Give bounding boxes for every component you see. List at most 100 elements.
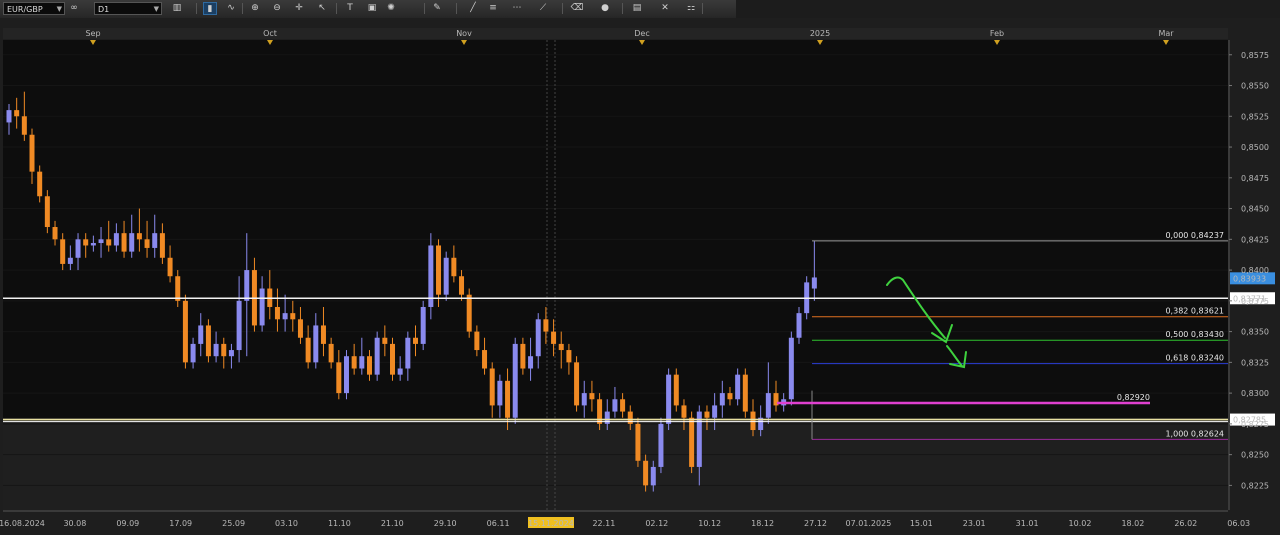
- fibo-level-label: 0,000 0,84237: [1165, 231, 1224, 240]
- candle-body: [297, 319, 303, 338]
- month-label: Nov: [456, 29, 472, 38]
- candle-body: [382, 337, 388, 344]
- candle-body: [236, 300, 242, 351]
- price-chart[interactable]: 0,837710,827850,83933 0,000 0,842370,382…: [0, 0, 1280, 535]
- candle-body: [75, 239, 81, 258]
- candle-body: [144, 239, 150, 248]
- candle-body: [528, 356, 534, 369]
- candle-body: [474, 331, 480, 351]
- month-label: Mar: [1158, 29, 1174, 38]
- candle-body: [689, 417, 695, 467]
- candle-body: [643, 460, 649, 486]
- candle-body: [397, 368, 403, 375]
- price-tick-label: 0,8450: [1241, 205, 1269, 214]
- month-label: Feb: [990, 29, 1004, 38]
- price-tick-label: 0,8575: [1241, 51, 1269, 60]
- candle-body: [719, 393, 725, 406]
- candle-body: [466, 294, 472, 332]
- fibo-level-label: 0,618 0,83240: [1165, 354, 1224, 363]
- candle-body: [359, 356, 365, 369]
- candle-body: [712, 405, 718, 418]
- candle-body: [98, 239, 104, 244]
- candle-body: [29, 134, 35, 172]
- lower-shaded-zone: [3, 418, 1228, 510]
- price-tick-label: 0,8475: [1241, 174, 1269, 183]
- candle-body: [37, 171, 43, 197]
- candle-body: [551, 331, 557, 344]
- candle-body: [635, 423, 641, 461]
- candle-body: [190, 343, 196, 363]
- month-strip: [3, 28, 1228, 39]
- candle-body: [459, 276, 465, 295]
- candle-body: [328, 343, 334, 363]
- price-tick-label: 0,8500: [1241, 143, 1269, 152]
- candle-body: [205, 325, 211, 357]
- candle-body: [558, 343, 564, 351]
- time-tick-label: 16.08.2024: [0, 519, 45, 528]
- candle-body: [213, 343, 219, 357]
- time-tick-label: 07.01.2025: [845, 519, 891, 528]
- time-tick-label: 18.02: [1121, 519, 1144, 528]
- candle-body: [106, 239, 112, 246]
- candle-body: [21, 116, 27, 135]
- month-label: Sep: [85, 29, 100, 38]
- price-tick-label: 0,8225: [1241, 481, 1269, 490]
- fibo-level-label: 1,000 0,82624: [1165, 429, 1224, 438]
- candle-body: [113, 233, 119, 246]
- candle-body: [520, 343, 526, 369]
- candle-body: [735, 374, 741, 400]
- candle-body: [14, 110, 20, 117]
- candle-body: [221, 343, 227, 357]
- candle-body: [366, 356, 372, 375]
- candle-body: [658, 423, 664, 467]
- time-tick-label: 06.03: [1227, 519, 1250, 528]
- candle-body: [497, 380, 503, 406]
- time-tick-label: 21.10: [381, 519, 404, 528]
- candle-body: [60, 239, 66, 264]
- candle-body: [259, 288, 265, 326]
- candle-body: [451, 257, 457, 277]
- candle-body: [765, 393, 771, 418]
- candle-body: [152, 233, 158, 248]
- magenta-level-label: 0,82920: [1117, 393, 1150, 402]
- candle-body: [681, 405, 687, 418]
- candle-body: [129, 233, 135, 252]
- price-tick-label: 0,8350: [1241, 328, 1269, 337]
- time-tick-label: 29.10: [434, 519, 457, 528]
- candle-body: [443, 257, 449, 295]
- candle-body: [436, 245, 442, 295]
- candle-body: [274, 306, 280, 320]
- candle-body: [574, 362, 580, 406]
- price-tick-label: 0,8250: [1241, 451, 1269, 460]
- time-tick-label: 31.01: [1016, 519, 1039, 528]
- fibo-level-label: 0,382 0,83621: [1165, 307, 1224, 316]
- candle-body: [420, 306, 426, 344]
- time-tick-label: 15.11.2024: [528, 519, 574, 528]
- candle-body: [620, 399, 626, 412]
- month-label: Dec: [634, 29, 649, 38]
- candle-body: [796, 313, 802, 338]
- price-tick-label: 0,8325: [1241, 358, 1269, 367]
- time-tick-label: 03.10: [275, 519, 298, 528]
- candle-body: [182, 300, 188, 363]
- candle-body: [405, 337, 411, 369]
- month-label: Oct: [263, 29, 277, 38]
- candle-body: [198, 325, 204, 344]
- candle-body: [666, 374, 672, 424]
- time-tick-label: 22.11: [592, 519, 615, 528]
- candle-body: [343, 356, 349, 394]
- time-tick-label: 10.12: [698, 519, 721, 528]
- candle-body: [136, 233, 142, 240]
- month-label: 2025: [810, 29, 830, 38]
- candle-body: [374, 337, 380, 375]
- price-tick-label: 0,8425: [1241, 235, 1269, 244]
- time-tick-label: 27.12: [804, 519, 827, 528]
- candle-body: [313, 325, 319, 363]
- price-tick-label: 0,8275: [1241, 420, 1269, 429]
- candle-body: [167, 257, 173, 277]
- candle-body: [228, 350, 234, 357]
- candle-body: [282, 313, 288, 320]
- time-tick-label: 15.01: [910, 519, 933, 528]
- price-tick-label: 0,8300: [1241, 389, 1269, 398]
- time-tick-label: 06.11: [487, 519, 510, 528]
